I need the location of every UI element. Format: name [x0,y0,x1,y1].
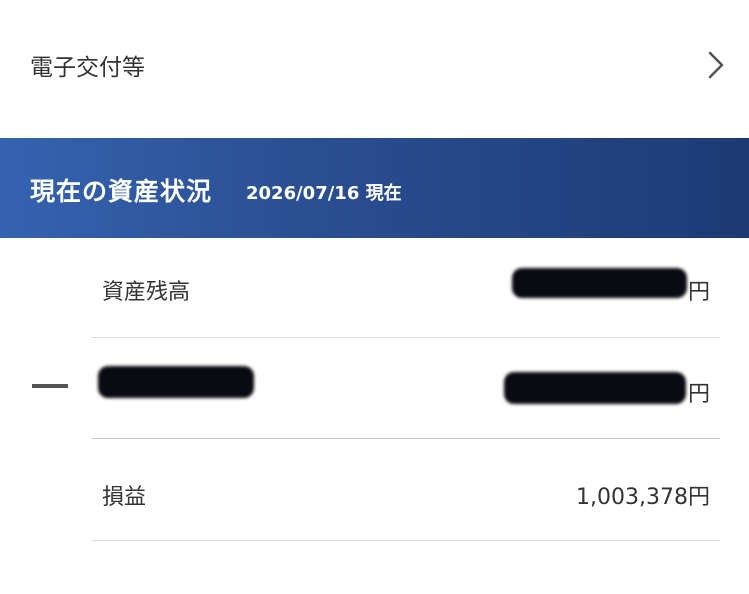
total-assets-label: 資産残高 [102,280,191,305]
profit-loss-row: 損益 1,003,378円 [92,439,720,541]
section-title: 現在の資産状況 [30,177,213,206]
profit-loss-label: 損益 [102,485,147,510]
redacted-label [98,366,254,398]
electronic-delivery-row[interactable]: 電子交付等 [0,0,749,130]
chevron-right-icon [708,51,724,79]
electronic-delivery-label: 電子交付等 [30,55,145,81]
asset-status-banner: 現在の資産状況 2026/07/16 現在 [0,138,749,238]
redacted-value [504,372,686,404]
total-assets-unit: 円 [687,280,710,305]
minus-icon[interactable] [32,384,68,388]
redacted-row-unit: 円 [687,382,710,407]
profit-loss-value: 1,003,378円 [576,485,710,510]
redacted-row[interactable]: 円 [92,338,720,439]
redacted-value [512,268,687,298]
as-of-date: 2026/07/16 現在 [246,183,402,204]
total-assets-row: 資産残高 円 [92,238,720,338]
